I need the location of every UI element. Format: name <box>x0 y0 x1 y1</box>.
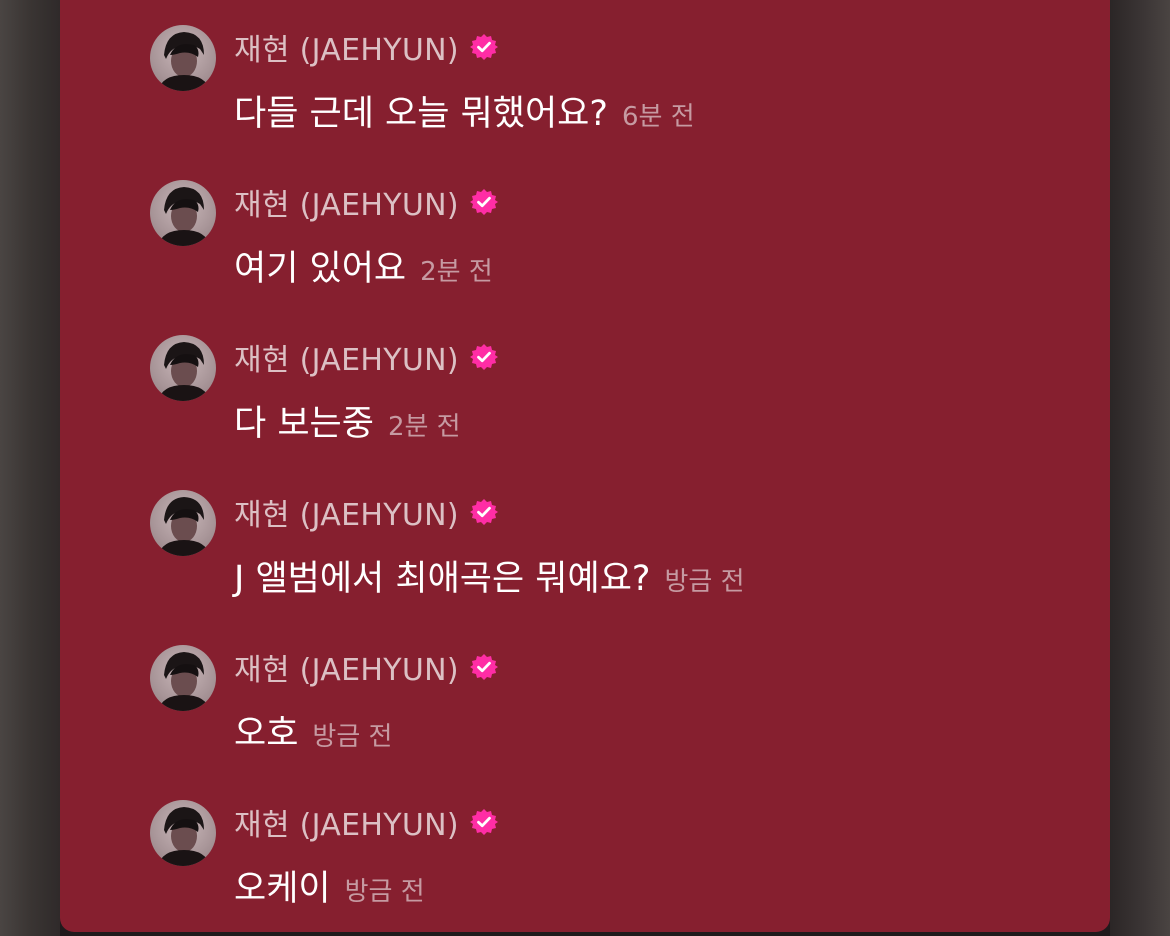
sender-name: 재현 (JAEHYUN) <box>234 343 459 378</box>
sender-name: 재현 (JAEHYUN) <box>234 33 459 68</box>
message-body: 다 보는중 2분 전 <box>234 395 461 444</box>
message-text: 다 보는중 <box>234 404 374 444</box>
sender-name: 재현 (JAEHYUN) <box>234 808 459 843</box>
message-body: 오호 방금 전 <box>234 705 392 754</box>
sender-name: 재현 (JAEHYUN) <box>234 653 459 688</box>
avatar[interactable] <box>150 180 216 246</box>
message-text: 오호 <box>234 714 299 754</box>
message-text: 오케이 <box>234 869 331 909</box>
verified-badge-icon <box>469 809 498 835</box>
verified-badge-icon <box>469 344 498 370</box>
chat-message: 재현 (JAEHYUN) 여기 있어요 2분 전 <box>150 180 1150 310</box>
chat-message: 재현 (JAEHYUN) J 앨범에서 최애곡은 뭐예요? 방금 전 <box>150 490 1150 620</box>
sender-name: 재현 (JAEHYUN) <box>234 498 459 533</box>
message-timestamp: 6분 전 <box>621 102 695 132</box>
chat-panel: 재현 (JAEHYUN) 다들 근데 오늘 뭐했어요? 6분 전 재현 (JAE… <box>60 0 1110 932</box>
message-body: 오케이 방금 전 <box>234 860 425 909</box>
avatar[interactable] <box>150 490 216 556</box>
chat-message: 재현 (JAEHYUN) 오호 방금 전 <box>150 645 1150 775</box>
message-timestamp: 방금 전 <box>344 877 425 907</box>
avatar[interactable] <box>150 645 216 711</box>
message-header: 재현 (JAEHYUN) <box>234 182 499 223</box>
message-body: J 앨범에서 최애곡은 뭐예요? 방금 전 <box>234 550 745 599</box>
verified-badge-icon <box>469 34 498 60</box>
message-timestamp: 2분 전 <box>387 412 461 442</box>
message-timestamp: 방금 전 <box>664 567 745 597</box>
chat-message: 재현 (JAEHYUN) 다 보는중 2분 전 <box>150 335 1150 465</box>
verified-badge-icon <box>469 499 498 525</box>
avatar[interactable] <box>150 335 216 401</box>
avatar[interactable] <box>150 800 216 866</box>
chat-message: 재현 (JAEHYUN) 다들 근데 오늘 뭐했어요? 6분 전 <box>150 25 1150 155</box>
background-left-edge <box>0 0 60 936</box>
sender-name: 재현 (JAEHYUN) <box>234 188 459 223</box>
message-body: 다들 근데 오늘 뭐했어요? 6분 전 <box>234 85 695 134</box>
message-text: 다들 근데 오늘 뭐했어요? <box>234 94 608 134</box>
message-header: 재현 (JAEHYUN) <box>234 492 499 533</box>
message-header: 재현 (JAEHYUN) <box>234 647 499 688</box>
message-header: 재현 (JAEHYUN) <box>234 337 499 378</box>
chat-message: 재현 (JAEHYUN) 오케이 방금 전 <box>150 800 1150 930</box>
message-timestamp: 2분 전 <box>420 257 493 287</box>
message-header: 재현 (JAEHYUN) <box>234 802 499 843</box>
verified-badge-icon <box>469 654 498 680</box>
avatar[interactable] <box>150 25 216 91</box>
message-text: 여기 있어요 <box>234 249 407 289</box>
message-body: 여기 있어요 2분 전 <box>234 240 493 289</box>
message-header: 재현 (JAEHYUN) <box>234 27 499 68</box>
message-timestamp: 방금 전 <box>312 722 393 752</box>
verified-badge-icon <box>469 189 498 215</box>
message-text: J 앨범에서 최애곡은 뭐예요? <box>234 559 651 599</box>
